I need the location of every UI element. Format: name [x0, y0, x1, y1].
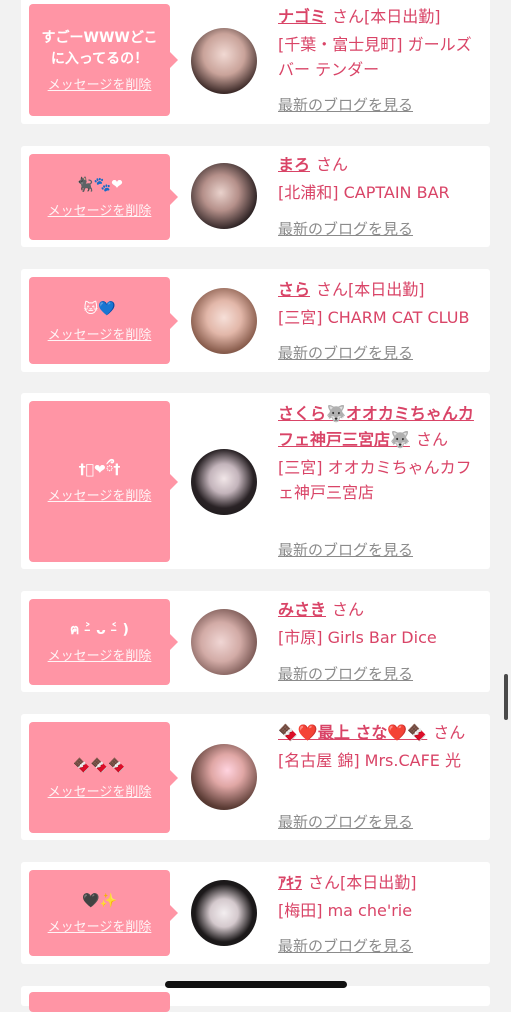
cast-info: 🍫❤️最上 さな❤️🍫 さん [名古屋 錦] Mrs.CAFE 光: [278, 720, 482, 773]
avatar[interactable]: [191, 744, 257, 810]
latest-blog-link[interactable]: 最新のブログを見る: [278, 663, 413, 684]
attendance-status: [本日出勤]: [340, 873, 417, 892]
avatar[interactable]: [191, 609, 257, 675]
delete-message-link[interactable]: メッセージを削除: [48, 74, 152, 93]
cast-info: みさき さん [市原] Girls Bar Dice: [278, 597, 482, 650]
message-bubble: 🐈‍⬛🐾❤ メッセージを削除: [29, 154, 178, 240]
avatar[interactable]: [191, 880, 257, 946]
name-suffix: さん: [316, 155, 349, 174]
cast-info: さくら🐺オオカミちゃんカフェ神戸三宮店🐺 さん [三宮] オオカミちゃんカフェ神戸…: [278, 401, 482, 505]
message-card: 🐈‍⬛🐾❤ メッセージを削除 まろ さん [北浦和] CAPTAIN BAR 最新…: [21, 146, 490, 247]
cast-name-link[interactable]: ナゴミ: [278, 7, 326, 26]
name-suffix: さん: [415, 430, 448, 449]
message-bubble: 🐱💙 メッセージを削除: [29, 277, 178, 364]
cast-name-link[interactable]: 🍫❤️最上 さな❤️🍫: [278, 723, 427, 742]
message-text: 🐈‍⬛🐾❤: [76, 177, 123, 193]
shop-name: [三宮] オオカミちゃんカフェ神戸三宮店: [278, 458, 472, 502]
name-suffix: さん: [433, 723, 466, 742]
cast-name-link[interactable]: みさき: [278, 600, 326, 619]
avatar[interactable]: [191, 163, 257, 229]
message-text: 🍫🍫🍫: [73, 757, 126, 774]
cast-info: まろ さん [北浦和] CAPTAIN BAR: [278, 152, 482, 205]
cast-name-link[interactable]: まろ: [278, 155, 310, 174]
avatar[interactable]: [191, 28, 257, 94]
latest-blog-link[interactable]: 最新のブログを見る: [278, 935, 413, 956]
message-bubble: †ི❤︎ྀ† メッセージを削除: [29, 401, 178, 562]
message-card: すごーWWWどこに入ってるの！ メッセージを削除 ナゴミ さん[本日出勤] [千葉…: [21, 0, 490, 124]
message-text: 🐱💙: [83, 300, 116, 317]
message-card: 🐱💙 メッセージを削除 さら さん[本日出勤] [三宮] CHARM CAT CL…: [21, 269, 490, 372]
latest-blog-link[interactable]: 最新のブログを見る: [278, 539, 413, 560]
shop-name: [市原] Girls Bar Dice: [278, 628, 437, 647]
avatar[interactable]: [191, 288, 257, 354]
latest-blog-link[interactable]: 最新のブログを見る: [278, 811, 413, 832]
cast-name-link[interactable]: ｱｷﾗ: [278, 873, 302, 892]
latest-blog-link[interactable]: 最新のブログを見る: [278, 342, 413, 363]
name-suffix: さん: [308, 873, 341, 892]
message-bubble: 🍫🍫🍫 メッセージを削除: [29, 722, 178, 833]
cast-info: ｱｷﾗ さん[本日出勤] [梅田] ma che'rie: [278, 870, 482, 923]
delete-message-link[interactable]: メッセージを削除: [48, 200, 152, 219]
cast-info: さら さん[本日出勤] [三宮] CHARM CAT CLUB: [278, 277, 482, 330]
delete-message-link[interactable]: メッセージを削除: [48, 781, 152, 800]
scrollbar[interactable]: [504, 674, 508, 720]
message-bubble-partial: [29, 992, 170, 1012]
attendance-status: [本日出勤]: [348, 280, 425, 299]
message-text: 🖤✨: [82, 893, 117, 909]
message-card: †ི❤︎ྀ† メッセージを削除 さくら🐺オオカミちゃんカフェ神戸三宮店🐺 さん […: [21, 393, 490, 569]
cast-name-link[interactable]: さら: [278, 280, 310, 299]
latest-blog-link[interactable]: 最新のブログを見る: [278, 218, 413, 239]
message-text: ฅ ˃̵ ᴗ ˂̵ ): [70, 622, 129, 638]
cast-info: ナゴミ さん[本日出勤] [千葉・富士見町] ガールズバー テンダー: [278, 4, 482, 82]
delete-message-link[interactable]: メッセージを削除: [48, 324, 152, 343]
avatar[interactable]: [191, 449, 257, 515]
message-card: 🖤✨ メッセージを削除 ｱｷﾗ さん[本日出勤] [梅田] ma che'rie …: [21, 862, 490, 964]
shop-name: [千葉・富士見町] ガールズバー テンダー: [278, 35, 472, 79]
message-card: ฅ ˃̵ ᴗ ˂̵ ) メッセージを削除 みさき さん [市原] Girls Ba…: [21, 591, 490, 692]
home-indicator[interactable]: [165, 981, 347, 988]
delete-message-link[interactable]: メッセージを削除: [48, 916, 152, 935]
name-suffix: さん: [332, 7, 365, 26]
message-text: すごーWWWどこに入ってるの！: [41, 29, 158, 67]
latest-blog-link[interactable]: 最新のブログを見る: [278, 94, 413, 115]
message-bubble: 🖤✨ メッセージを削除: [29, 870, 178, 956]
message-bubble: すごーWWWどこに入ってるの！ メッセージを削除: [29, 4, 178, 116]
message-text: †ི❤︎ྀ†: [78, 461, 121, 478]
shop-name: [梅田] ma che'rie: [278, 901, 413, 920]
name-suffix: さん: [316, 280, 349, 299]
attendance-status: [本日出勤]: [364, 7, 441, 26]
name-suffix: さん: [332, 600, 365, 619]
delete-message-link[interactable]: メッセージを削除: [48, 485, 152, 504]
message-bubble: ฅ ˃̵ ᴗ ˂̵ ) メッセージを削除: [29, 599, 178, 685]
shop-name: [名古屋 錦] Mrs.CAFE 光: [278, 751, 461, 770]
delete-message-link[interactable]: メッセージを削除: [48, 645, 152, 664]
shop-name: [三宮] CHARM CAT CLUB: [278, 308, 470, 327]
message-card: 🍫🍫🍫 メッセージを削除 🍫❤️最上 さな❤️🍫 さん [名古屋 錦] Mrs.C…: [21, 714, 490, 840]
shop-name: [北浦和] CAPTAIN BAR: [278, 183, 450, 202]
